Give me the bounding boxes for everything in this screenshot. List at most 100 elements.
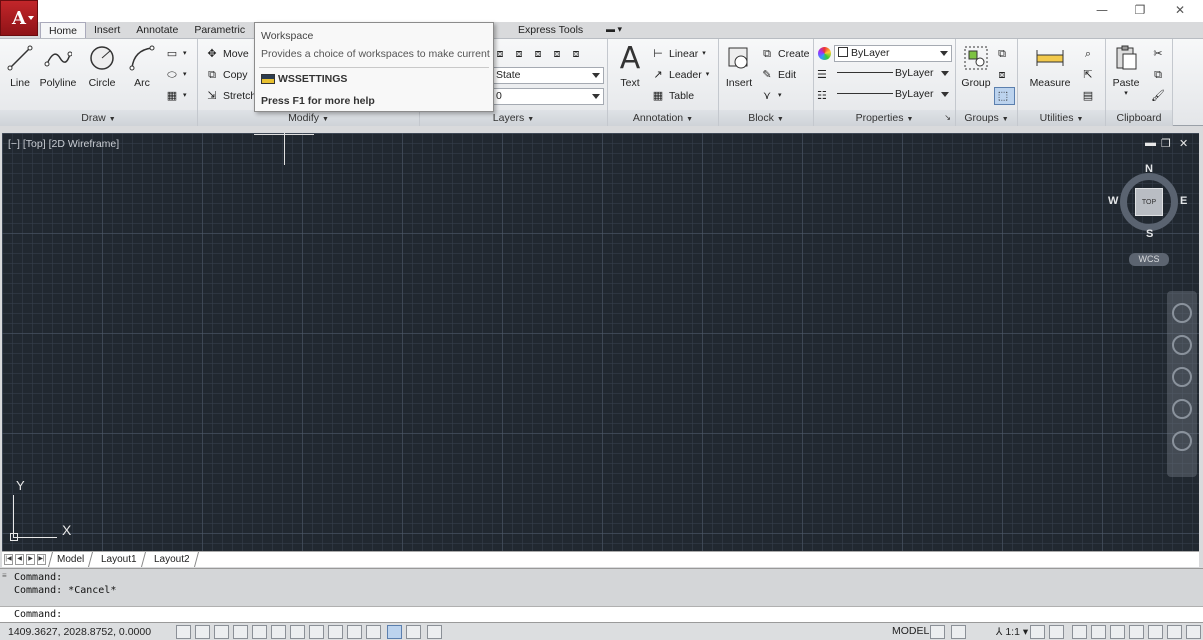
application-menu-button[interactable]: A: [0, 0, 38, 36]
arc-button[interactable]: Arc: [122, 43, 162, 89]
tab-home[interactable]: Home: [40, 22, 87, 38]
properties-panel-title[interactable]: Properties ▼ ↘: [814, 110, 955, 126]
ungroup-button[interactable]: ⧉: [994, 45, 1013, 63]
quick-view-drawings-button[interactable]: [951, 625, 966, 639]
isolate-objects-button[interactable]: [1129, 625, 1144, 639]
rectangle-button[interactable]: ▭ ▾: [164, 45, 187, 63]
copy-clip-button[interactable]: ⧉: [1150, 66, 1169, 84]
edit-block-button[interactable]: ✎ Edit: [759, 66, 796, 84]
compass-east[interactable]: E: [1180, 195, 1187, 207]
showmotion-icon[interactable]: [1172, 431, 1192, 451]
polar-toggle[interactable]: [252, 625, 267, 639]
command-input[interactable]: Command:: [0, 606, 1203, 622]
lineweight-toggle[interactable]: [366, 625, 381, 639]
transparency-toggle[interactable]: [387, 625, 402, 639]
lock-icon[interactable]: [1091, 625, 1106, 639]
paste-button[interactable]: Paste ▾: [1106, 43, 1146, 97]
measure-button[interactable]: Measure: [1026, 43, 1074, 89]
linear-dimension-button[interactable]: ⊢ Linear ▾: [650, 45, 706, 63]
lineweight-combo[interactable]: ByLayer: [834, 87, 952, 104]
text-button[interactable]: A Text: [610, 41, 650, 90]
tab-insert[interactable]: Insert: [86, 22, 128, 38]
color-combo[interactable]: ByLayer: [834, 45, 952, 62]
viewport-close-button[interactable]: ✕: [1179, 137, 1188, 150]
wcs-menu[interactable]: WCS: [1129, 253, 1169, 266]
group-edit-button[interactable]: ⧈: [994, 66, 1013, 84]
restore-button[interactable]: ❐: [1126, 2, 1154, 18]
compass-south[interactable]: S: [1146, 228, 1153, 240]
tab-layout2[interactable]: Layout2: [145, 552, 199, 567]
minimize-button[interactable]: —: [1088, 2, 1116, 18]
viewport-restore-button[interactable]: ❐: [1161, 137, 1171, 150]
color-wheel-icon[interactable]: [818, 47, 831, 60]
prev-tab-icon[interactable]: ◀: [15, 554, 24, 565]
linetype-combo[interactable]: ByLayer: [834, 66, 952, 83]
layers-panel-title[interactable]: Layers ▼: [420, 110, 607, 126]
model-space-button[interactable]: MODEL: [892, 625, 929, 637]
ortho-toggle[interactable]: [233, 625, 248, 639]
compass-west[interactable]: W: [1108, 195, 1118, 207]
zoom-icon[interactable]: [1172, 367, 1192, 387]
viewcube[interactable]: TOP N S E W: [1108, 163, 1187, 240]
insert-block-button[interactable]: Insert: [719, 43, 759, 89]
group-selection-toggle[interactable]: ⬚: [994, 87, 1015, 105]
viewcube-top-face[interactable]: TOP: [1135, 188, 1163, 216]
3d-osnap-toggle[interactable]: [290, 625, 305, 639]
group-button[interactable]: Group: [956, 43, 996, 89]
infer-constraints-toggle[interactable]: [176, 625, 191, 639]
create-block-button[interactable]: ⧉ Create: [759, 45, 809, 63]
utilities-panel-title[interactable]: Utilities ▼: [1018, 110, 1105, 126]
last-tab-icon[interactable]: ▶|: [37, 554, 46, 565]
auto-scale-toggle[interactable]: [1049, 625, 1064, 639]
first-tab-icon[interactable]: |◀: [4, 554, 13, 565]
draw-panel-title[interactable]: Draw ▼: [0, 110, 197, 126]
grip-icon[interactable]: ≡: [2, 571, 10, 580]
steering-wheel-icon[interactable]: [1172, 303, 1192, 323]
compass-north[interactable]: N: [1145, 163, 1153, 175]
osnap-toggle[interactable]: [271, 625, 286, 639]
match-properties-button[interactable]: 🖌: [1150, 87, 1169, 105]
quick-view-layouts-button[interactable]: [930, 625, 945, 639]
annotation-scale[interactable]: ⅄ 1:1 ▾: [996, 626, 1028, 638]
quick-properties-toggle[interactable]: [406, 625, 421, 639]
quick-select-button[interactable]: ⌕: [1080, 45, 1099, 63]
tab-express-tools[interactable]: Express Tools: [510, 22, 591, 38]
pan-icon[interactable]: [1172, 335, 1192, 355]
circle-button[interactable]: Circle: [82, 43, 122, 89]
coordinates-readout[interactable]: 1409.3627, 2028.8752, 0.0000: [8, 626, 151, 638]
otrack-toggle[interactable]: [309, 625, 324, 639]
drawing-viewport[interactable]: [−] [Top] [2D Wireframe] ▬ ❐ ✕ TOP N S E…: [2, 133, 1199, 551]
tab-layout1[interactable]: Layout1: [93, 552, 146, 567]
tab-annotate[interactable]: Annotate: [128, 22, 186, 38]
close-button[interactable]: ✕: [1166, 2, 1194, 18]
selection-cycling-toggle[interactable]: [427, 625, 442, 639]
hatch-button[interactable]: ▦ ▾: [164, 87, 187, 105]
annotation-visibility-toggle[interactable]: [1030, 625, 1045, 639]
layer-combo[interactable]: 0: [492, 88, 604, 105]
ellipse-button[interactable]: ⬭ ▾: [164, 66, 186, 84]
layer-state-combo[interactable]: State: [492, 67, 604, 84]
tab-model[interactable]: Model: [47, 552, 94, 567]
polyline-button[interactable]: Polyline: [38, 43, 78, 89]
groups-panel-title[interactable]: Groups ▼: [956, 110, 1017, 126]
grid-toggle[interactable]: [214, 625, 229, 639]
workspace-switching-button[interactable]: [1072, 625, 1087, 639]
viewport-controls-label[interactable]: [−] [Top] [2D Wireframe]: [8, 138, 119, 150]
ducs-toggle[interactable]: [328, 625, 343, 639]
hardware-acceleration-toggle[interactable]: [1110, 625, 1125, 639]
lightbulb-icon[interactable]: [1148, 625, 1163, 639]
line-button[interactable]: Line: [0, 43, 40, 89]
copy-button[interactable]: ⧉ Copy: [204, 66, 247, 84]
table-button[interactable]: ▦ Table: [650, 87, 694, 105]
stretch-button[interactable]: ⇲ Stretch: [204, 87, 256, 105]
block-attribute-button[interactable]: ⋎ ▾: [759, 87, 782, 105]
status-menu-button[interactable]: [1167, 625, 1182, 639]
leader-button[interactable]: ↗ Leader ▾: [650, 66, 709, 84]
dynamic-input-toggle[interactable]: [347, 625, 362, 639]
move-button[interactable]: ✥ Move: [204, 45, 248, 63]
select-all-button[interactable]: ⇱: [1080, 66, 1099, 84]
layer-tools[interactable]: ⧈ ⧈ ⧈ ⧈ ⧈: [492, 45, 587, 63]
calculator-button[interactable]: ▤: [1080, 87, 1099, 105]
orbit-icon[interactable]: [1172, 399, 1192, 419]
block-panel-title[interactable]: Block ▼: [719, 110, 813, 126]
